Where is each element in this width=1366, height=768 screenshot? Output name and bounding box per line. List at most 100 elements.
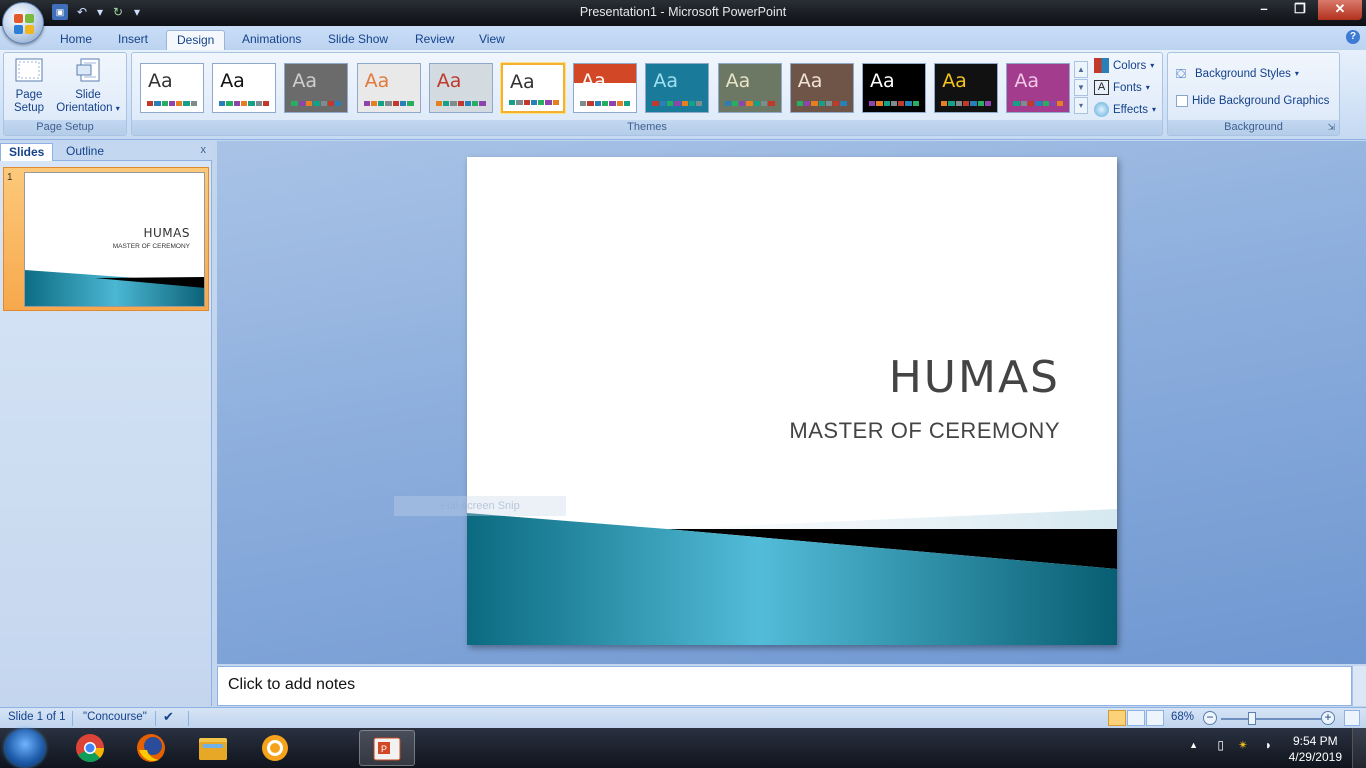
- page-setup-label-1: Page: [15, 89, 43, 101]
- zoom-out-icon[interactable]: −: [1203, 711, 1217, 725]
- background-group-label: Background ⇲: [1168, 120, 1339, 135]
- window-controls: – ❐ ✕: [1246, 0, 1362, 20]
- hide-background-graphics-checkbox[interactable]: Hide Background Graphics: [1176, 95, 1329, 107]
- tab-slides[interactable]: Slides: [0, 143, 54, 161]
- slide-subtitle[interactable]: MASTER OF CEREMONY: [789, 418, 1060, 444]
- volume-icon[interactable]: ◗: [1265, 738, 1272, 752]
- theme-thumbnail[interactable]: Aa: [501, 63, 565, 113]
- tab-view[interactable]: View: [469, 30, 515, 50]
- fit-to-window-icon[interactable]: [1344, 710, 1360, 726]
- theme-color-strip: [509, 100, 559, 105]
- office-button[interactable]: [2, 2, 44, 44]
- notes-pane[interactable]: Click to add notes: [217, 666, 1352, 706]
- zoom-in-icon[interactable]: +: [1321, 711, 1335, 725]
- show-desktop-button[interactable]: [1352, 728, 1366, 768]
- theme-thumbnail[interactable]: Aa: [934, 63, 999, 113]
- tab-home[interactable]: Home: [50, 30, 102, 50]
- tab-outline[interactable]: Outline: [58, 143, 112, 161]
- checkbox[interactable]: [1176, 95, 1188, 107]
- clock[interactable]: 9:54 PM 4/29/2019: [1289, 733, 1342, 765]
- gallery-down-icon[interactable]: ▼: [1074, 79, 1088, 96]
- slide-count-status: Slide 1 of 1: [8, 711, 66, 723]
- messenger-icon[interactable]: [247, 730, 303, 766]
- theme-color-strip: [219, 101, 270, 106]
- slide-orientation-label-2: Orientation: [56, 102, 113, 114]
- theme-color-strip: [363, 101, 414, 106]
- show-hidden-icons-icon[interactable]: ▲: [1189, 740, 1198, 750]
- spell-check-icon[interactable]: ✔: [163, 709, 174, 725]
- background-styles-button[interactable]: ⛋ Background Styles ▾: [1176, 66, 1299, 81]
- hide-background-graphics-label: Hide Background Graphics: [1192, 95, 1330, 107]
- start-button[interactable]: [5, 729, 45, 767]
- zoom-slider-track[interactable]: [1221, 718, 1321, 720]
- slide-title[interactable]: HUMAS: [889, 352, 1060, 403]
- slide-show-icon[interactable]: [1146, 710, 1164, 726]
- restore-button[interactable]: ❐: [1282, 0, 1318, 20]
- theme-thumbnail[interactable]: Aa: [573, 63, 638, 113]
- dialog-launcher-icon[interactable]: ⇲: [1327, 120, 1335, 135]
- theme-sample-text: Aa: [292, 70, 318, 92]
- theme-thumbnail[interactable]: Aa: [212, 63, 277, 113]
- theme-sample-text: Aa: [870, 70, 895, 92]
- normal-view-icon[interactable]: [1108, 710, 1126, 726]
- ribbon: Page Setup Slide Orientation ▾ Page Setu…: [0, 50, 1366, 140]
- chevron-down-icon: ▾: [1150, 61, 1155, 70]
- close-button[interactable]: ✕: [1318, 0, 1362, 20]
- theme-thumbnail[interactable]: Aa: [862, 63, 926, 113]
- theme-thumbnail[interactable]: Aa: [140, 63, 204, 113]
- theme-thumbnail[interactable]: Aa: [645, 63, 710, 113]
- theme-thumbnail[interactable]: Aa: [1006, 63, 1071, 113]
- theme-color-strip: [796, 101, 847, 106]
- theme-sample-text: Aa: [220, 70, 245, 92]
- gallery-more-icon[interactable]: ▾: [1074, 97, 1088, 114]
- page-setup-button[interactable]: Page Setup: [8, 57, 50, 115]
- slide-sorter-icon[interactable]: [1127, 710, 1145, 726]
- theme-thumbnail[interactable]: Aa: [284, 63, 349, 113]
- theme-sample-text: Aa: [581, 70, 606, 92]
- theme-thumbnail[interactable]: Aa: [717, 63, 782, 113]
- tab-design[interactable]: Design: [166, 30, 226, 50]
- minimize-button[interactable]: –: [1246, 0, 1282, 20]
- theme-color-strip: [652, 101, 703, 106]
- effects-button[interactable]: Effects ▾: [1094, 102, 1156, 117]
- thumbnail-graphic: [25, 270, 204, 306]
- close-icon[interactable]: x: [201, 144, 207, 156]
- clock-time: 9:54 PM: [1292, 734, 1338, 748]
- tab-insert[interactable]: Insert: [108, 30, 158, 50]
- theme-color-strip: [147, 101, 197, 106]
- title-bar: ▣ ↶ ▾ ↻ ▾ Presentation1 - Microsoft Powe…: [0, 0, 1366, 26]
- theme-sample-text: Aa: [797, 70, 823, 92]
- theme-thumbnail[interactable]: Aa: [789, 63, 854, 113]
- theme-thumbnail[interactable]: Aa: [428, 63, 493, 113]
- tab-review[interactable]: Review: [405, 30, 464, 50]
- theme-thumbnail[interactable]: Aa: [356, 63, 421, 113]
- themes-group: Aa Aa Aa Aa Aa Aa Aa Aa Aa Aa Aa Aa Aa ▲ ▼ ▾ Colors ▾…: [131, 52, 1163, 136]
- colors-button[interactable]: Colors ▾: [1094, 58, 1154, 73]
- theme-sample-text: Aa: [364, 70, 390, 92]
- zoom-level[interactable]: 68%: [1171, 711, 1194, 723]
- snip-overlay: Full-screen Snip: [394, 496, 566, 516]
- chrome-icon[interactable]: [62, 730, 118, 766]
- gallery-up-icon[interactable]: ▲: [1074, 61, 1088, 78]
- fonts-button[interactable]: A Fonts ▾: [1094, 80, 1150, 95]
- slide-orientation-label-1: Slide: [75, 89, 101, 101]
- firefox-icon[interactable]: [123, 730, 179, 766]
- notes-scrollbar[interactable]: [1352, 666, 1366, 706]
- chevron-down-icon: ▾: [1151, 105, 1156, 114]
- slide-thumbnail[interactable]: HUMAS MASTER OF CEREMONY: [24, 172, 205, 307]
- help-icon[interactable]: ?: [1346, 30, 1360, 44]
- powerpoint-taskbar-icon[interactable]: P: [359, 730, 415, 766]
- chevron-down-icon: ▾: [115, 104, 120, 113]
- battery-icon[interactable]: ▯: [1217, 738, 1224, 752]
- slide-orientation-button[interactable]: Slide Orientation ▾: [52, 57, 124, 115]
- divider: [155, 711, 156, 726]
- slide-thumbnail-selected[interactable]: 1 HUMAS MASTER OF CEREMONY: [3, 167, 209, 311]
- window-title: Presentation1 - Microsoft PowerPoint: [579, 5, 787, 19]
- background-styles-label: Background Styles: [1195, 67, 1291, 80]
- tab-animations[interactable]: Animations: [232, 30, 311, 50]
- zoom-slider-thumb[interactable]: [1248, 712, 1256, 725]
- network-icon[interactable]: ✴: [1238, 738, 1248, 752]
- tab-slide-show[interactable]: Slide Show: [318, 30, 398, 50]
- slide-canvas[interactable]: HUMAS MASTER OF CEREMONY: [467, 157, 1117, 645]
- file-explorer-icon[interactable]: [185, 730, 241, 766]
